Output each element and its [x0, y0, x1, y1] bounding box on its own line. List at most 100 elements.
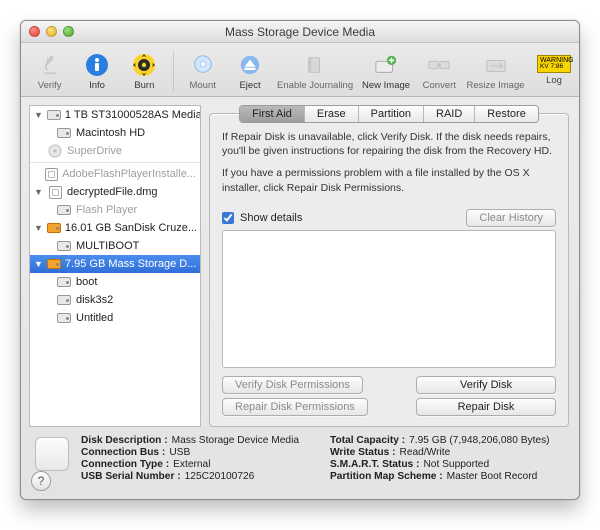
toolbar-verify[interactable]: Verify: [29, 50, 70, 91]
dmg-icon: [45, 167, 58, 181]
meta-label: Partition Map Scheme :: [330, 471, 443, 482]
meta-row: Total Capacity :7.95 GB (7,948,206,080 B…: [330, 435, 565, 446]
help-button[interactable]: ?: [31, 471, 51, 491]
main-panel: First AidErasePartitionRAIDRestore If Re…: [209, 105, 569, 427]
internal-drive-icon: [56, 293, 72, 307]
meta-row: Connection Type :External: [81, 459, 316, 470]
tab-bar: First AidErasePartitionRAIDRestore: [239, 105, 539, 123]
sidebar-item-label: 7.95 GB Mass Storage D...: [65, 258, 196, 270]
meta-row: Write Status : Read/Write: [330, 447, 565, 458]
eject-icon: [235, 50, 265, 80]
tab-partition[interactable]: Partition: [359, 106, 424, 122]
meta-row: S.M.A.R.T. Status : Not Supported: [330, 459, 565, 470]
disclosure-triangle-icon[interactable]: ▼: [34, 187, 43, 197]
meta-value: Read/Write: [399, 447, 450, 458]
convert-icon: [424, 50, 454, 80]
verify-permissions-button[interactable]: Verify Disk Permissions: [222, 376, 363, 394]
meta-row: USB Serial Number :125C20100726: [81, 471, 316, 482]
meta-row: Connection Bus :USB: [81, 447, 316, 458]
toolbar-log-label: Log: [546, 75, 562, 86]
warning-badge-icon: WARNINGKV 7:86: [537, 55, 571, 73]
meta-label: S.M.A.R.T. Status :: [330, 459, 419, 470]
sidebar-item[interactable]: ▼ 7.95 GB Mass Storage D...: [30, 255, 200, 273]
toolbar-new-image[interactable]: New Image: [359, 50, 412, 91]
toolbar-burn[interactable]: Burn: [124, 50, 165, 91]
sidebar-item[interactable]: ▼ decryptedFile.dmg: [30, 183, 200, 201]
internal-drive-icon: [56, 126, 72, 140]
show-details-label: Show details: [240, 212, 302, 224]
sidebar[interactable]: ▼1 TB ST31000528AS Media Macintosh HD Supe…: [29, 105, 201, 427]
sidebar-item[interactable]: boot: [30, 273, 200, 291]
meta-value: 7.95 GB (7,948,206,080 Bytes): [409, 435, 549, 446]
dmg-icon: [47, 185, 63, 199]
first-aid-panel: If Repair Disk is unavailable, click Ver…: [209, 113, 569, 427]
sidebar-item-label: AdobeFlashPlayerInstalle...: [62, 168, 196, 180]
sidebar-item[interactable]: Untitled: [30, 309, 200, 327]
footer: Disk Description :Mass Storage Device Me…: [21, 427, 579, 492]
sidebar-item[interactable]: Flash Player: [30, 201, 200, 219]
resize-icon: [481, 50, 511, 80]
toolbar-eject-label: Eject: [239, 80, 260, 91]
meta-label: Write Status :: [330, 447, 395, 458]
tab-erase[interactable]: Erase: [305, 106, 359, 122]
internal-drive-icon: [56, 275, 72, 289]
toolbar-resize-image[interactable]: Resize Image: [466, 50, 525, 91]
clear-history-button[interactable]: Clear History: [466, 209, 556, 227]
sidebar-item[interactable]: SuperDrive: [30, 142, 200, 160]
sidebar-item[interactable]: ▼16.01 GB SanDisk Cruze...: [30, 219, 200, 237]
sidebar-item-label: Macintosh HD: [76, 127, 145, 139]
sidebar-item-label: disk3s2: [76, 294, 113, 306]
zoom-button[interactable]: [63, 26, 74, 37]
sidebar-item[interactable]: Macintosh HD: [30, 124, 200, 142]
internal-drive-icon: [56, 239, 72, 253]
tab-restore[interactable]: Restore: [475, 106, 538, 122]
meta-label: Connection Type :: [81, 459, 169, 470]
tab-raid[interactable]: RAID: [424, 106, 475, 122]
sidebar-item-label: MULTIBOOT: [76, 240, 139, 252]
repair-disk-button[interactable]: Repair Disk: [416, 398, 556, 416]
help-text-2: If you have a permissions problem with a…: [222, 166, 556, 194]
toolbar-mount-label: Mount: [189, 80, 215, 91]
sidebar-item[interactable]: ▼1 TB ST31000528AS Media: [30, 106, 200, 124]
toolbar-mount[interactable]: Mount: [182, 50, 223, 91]
meta-value: Mass Storage Device Media: [172, 435, 299, 446]
external-drive-icon: [47, 257, 61, 271]
new-image-icon: [371, 50, 401, 80]
internal-drive-icon: [56, 311, 72, 325]
toolbar-convert-label: Convert: [423, 80, 456, 91]
drive-icon: [35, 437, 69, 471]
tab-first-aid[interactable]: First Aid: [240, 106, 305, 122]
toolbar-info-label: Info: [89, 80, 105, 91]
toolbar-convert[interactable]: Convert: [419, 50, 460, 91]
meta-row: Disk Description :Mass Storage Device Me…: [81, 435, 316, 446]
meta-value: Not Supported: [423, 459, 489, 470]
toolbar-info[interactable]: Info: [76, 50, 117, 91]
external-drive-icon: [47, 221, 61, 235]
sidebar-item-label: SuperDrive: [67, 145, 122, 157]
disclosure-triangle-icon[interactable]: ▼: [34, 110, 43, 120]
meta-value: Master Boot Record: [447, 471, 538, 482]
toolbar-enable-journaling[interactable]: Enable Journaling: [277, 50, 354, 91]
internal-drive-icon: [56, 203, 72, 217]
show-details-checkbox[interactable]: [222, 212, 234, 224]
toolbar-resize-label: Resize Image: [466, 80, 524, 91]
sidebar-item-label: Untitled: [76, 312, 113, 324]
repair-permissions-button[interactable]: Repair Disk Permissions: [222, 398, 368, 416]
disclosure-triangle-icon[interactable]: ▼: [34, 259, 43, 269]
toolbar-eject[interactable]: Eject: [229, 50, 270, 91]
sidebar-item[interactable]: AdobeFlashPlayerInstalle...: [30, 165, 200, 183]
verify-disk-button[interactable]: Verify Disk: [416, 376, 556, 394]
minimize-button[interactable]: [46, 26, 57, 37]
toolbar-journal-label: Enable Journaling: [277, 80, 353, 91]
close-button[interactable]: [29, 26, 40, 37]
toolbar-log[interactable]: WARNINGKV 7:86 Log: [537, 55, 571, 86]
sidebar-item-label: decryptedFile.dmg: [67, 186, 158, 198]
sidebar-item-label: boot: [76, 276, 97, 288]
toolbar-newimage-label: New Image: [362, 80, 410, 91]
journal-icon: [300, 50, 330, 80]
disclosure-triangle-icon[interactable]: ▼: [34, 223, 43, 233]
toolbar-verify-label: Verify: [38, 80, 62, 91]
sidebar-item[interactable]: MULTIBOOT: [30, 237, 200, 255]
sidebar-item[interactable]: disk3s2: [30, 291, 200, 309]
log-output[interactable]: [222, 230, 556, 368]
